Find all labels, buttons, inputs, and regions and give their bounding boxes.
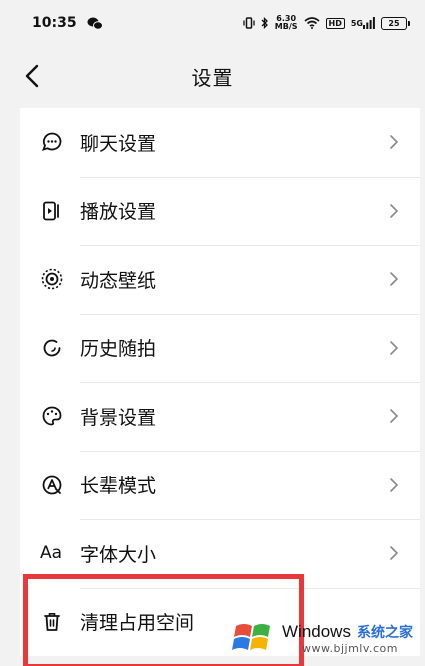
chevron-right-icon [390, 203, 399, 218]
setting-label: 播放设置 [80, 201, 157, 224]
status-right: 6.30 MB/S HD 5G 25 [243, 15, 410, 31]
history-icon [40, 336, 64, 360]
chevron-left-icon [25, 64, 39, 88]
setting-item-font-size[interactable]: Aa 字体大小 [20, 519, 420, 588]
watermark-brand: Windows [282, 621, 351, 641]
chevron-right-icon [390, 477, 399, 492]
setting-label: 清理占用空间 [80, 612, 195, 635]
play-settings-icon [40, 199, 64, 223]
setting-label: 聊天设置 [80, 132, 157, 155]
setting-label: 长辈模式 [80, 475, 157, 498]
page-title: 设置 [191, 65, 234, 90]
settings-list: 聊天设置 播放设置 动态壁纸 历史随拍 背景设置 长辈模式 Aa 字体大小 清理… [20, 108, 420, 656]
status-left: 10:35 [32, 15, 103, 31]
chevron-right-icon [390, 272, 399, 287]
font-size-icon: Aa [40, 543, 63, 564]
setting-item-dynamic-wallpaper[interactable]: 动态壁纸 [20, 245, 420, 314]
net-speed-unit: MB/S [274, 22, 298, 31]
elder-mode-icon [40, 473, 64, 497]
trash-icon [40, 610, 64, 634]
setting-label: 历史随拍 [80, 338, 157, 361]
windows-logo-icon [232, 624, 270, 650]
palette-icon [40, 404, 64, 428]
chevron-right-icon [390, 546, 399, 561]
wifi-icon [303, 17, 320, 29]
bluetooth-icon [261, 17, 269, 29]
vibrate-icon [243, 17, 255, 29]
dynamic-wallpaper-icon [40, 267, 64, 291]
setting-item-playback[interactable]: 播放设置 [20, 176, 420, 246]
chat-bubble-icon [40, 130, 64, 154]
setting-item-elder-mode[interactable]: 长辈模式 [20, 450, 420, 520]
watermark: Windows 系统之家 www.bjjmlv.com [232, 610, 422, 666]
status-time: 10:35 [32, 15, 77, 31]
watermark-line: Windows 系统之家 [282, 622, 413, 642]
watermark-url: www.bjjmlv.com [302, 641, 398, 655]
wechat-icon [87, 17, 103, 30]
signal-label: 5G [350, 18, 363, 28]
setting-label: 背景设置 [80, 406, 157, 429]
status-bar: 10:35 6.30 MB/S HD 5G 25 [0, 0, 425, 46]
nav-bar: 设置 [0, 46, 425, 106]
chevron-right-icon [390, 409, 399, 424]
chevron-right-icon [390, 340, 399, 355]
setting-label: 动态壁纸 [80, 269, 157, 292]
net-speed: 6.30 MB/S [275, 15, 298, 31]
back-button[interactable] [14, 58, 50, 94]
setting-item-history[interactable]: 历史随拍 [20, 313, 420, 383]
signal-icon: 5G [351, 17, 375, 29]
setting-label: 字体大小 [80, 543, 157, 566]
setting-item-background[interactable]: 背景设置 [20, 382, 420, 451]
watermark-text: Windows 系统之家 www.bjjmlv.com [282, 622, 413, 655]
battery-icon: 25 [381, 16, 410, 30]
chevron-right-icon [390, 135, 399, 150]
battery-level: 25 [388, 18, 400, 28]
setting-item-chat[interactable]: 聊天设置 [20, 108, 420, 177]
watermark-site-name: 系统之家 [356, 624, 413, 641]
hd-badge: HD [325, 17, 345, 29]
